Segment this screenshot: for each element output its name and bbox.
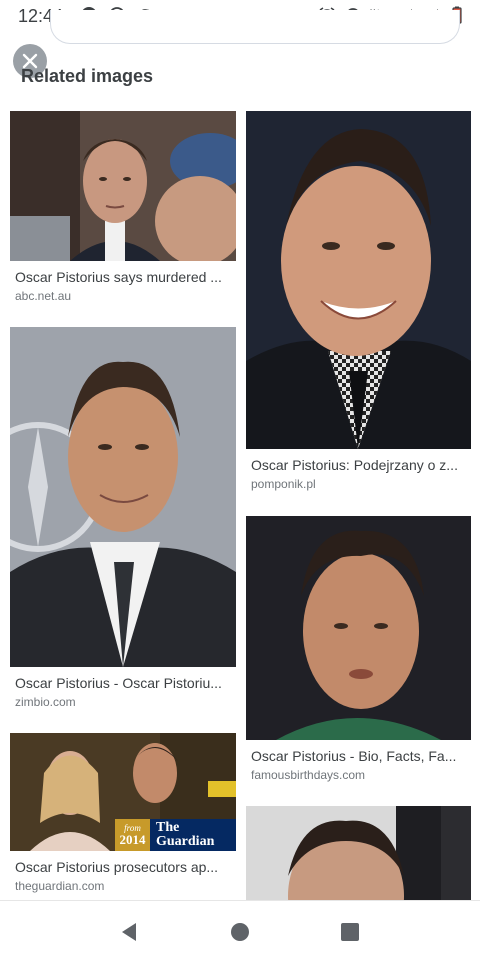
section-title: Related images	[21, 66, 154, 86]
result-title[interactable]: Oscar Pistorius - Bio, Facts, Fa...	[251, 748, 468, 764]
result-card[interactable]	[246, 806, 471, 900]
guardian-year-box: from 2014	[115, 819, 150, 851]
result-image[interactable]	[246, 516, 471, 740]
result-card[interactable]: Oscar Pistorius says murdered ... abc.ne…	[10, 111, 236, 311]
result-card[interactable]: Oscar Pistorius - Bio, Facts, Fa... famo…	[246, 516, 471, 791]
result-source: famousbirthdays.com	[251, 768, 366, 782]
result-title[interactable]: Oscar Pistorius says murdered ...	[15, 269, 233, 285]
result-card[interactable]: Oscar Pistorius - Oscar Pistoriu... zimb…	[10, 327, 236, 717]
result-title[interactable]: Oscar Pistorius prosecutors ap...	[15, 859, 233, 875]
result-source: zimbio.com	[15, 695, 76, 709]
result-source: pomponik.pl	[251, 477, 316, 491]
result-image[interactable]	[10, 327, 236, 667]
result-source: abc.net.au	[15, 289, 72, 303]
guardian-brand: The Guardian	[156, 820, 215, 849]
result-title[interactable]: Oscar Pistorius - Oscar Pistoriu...	[15, 675, 233, 691]
result-image[interactable]	[246, 111, 471, 449]
result-card[interactable]: from 2014 The Guardian Oscar Pistorius p…	[10, 733, 236, 898]
result-image[interactable]	[10, 111, 236, 261]
result-image[interactable]	[246, 806, 471, 900]
search-bar-edge[interactable]	[50, 10, 460, 44]
result-card[interactable]: Oscar Pistorius: Podejrzany o z... pompo…	[246, 111, 471, 501]
guardian-year: 2014	[119, 831, 146, 847]
home-icon[interactable]	[229, 921, 251, 943]
system-nav-bar	[0, 900, 480, 960]
result-title[interactable]: Oscar Pistorius: Podejrzany o z...	[251, 457, 468, 473]
recents-icon[interactable]	[339, 921, 361, 943]
result-source: theguardian.com	[15, 879, 105, 893]
result-image[interactable]: from 2014 The Guardian	[10, 733, 236, 851]
guardian-badge: from 2014 The Guardian	[115, 819, 236, 851]
back-icon[interactable]	[118, 921, 140, 943]
